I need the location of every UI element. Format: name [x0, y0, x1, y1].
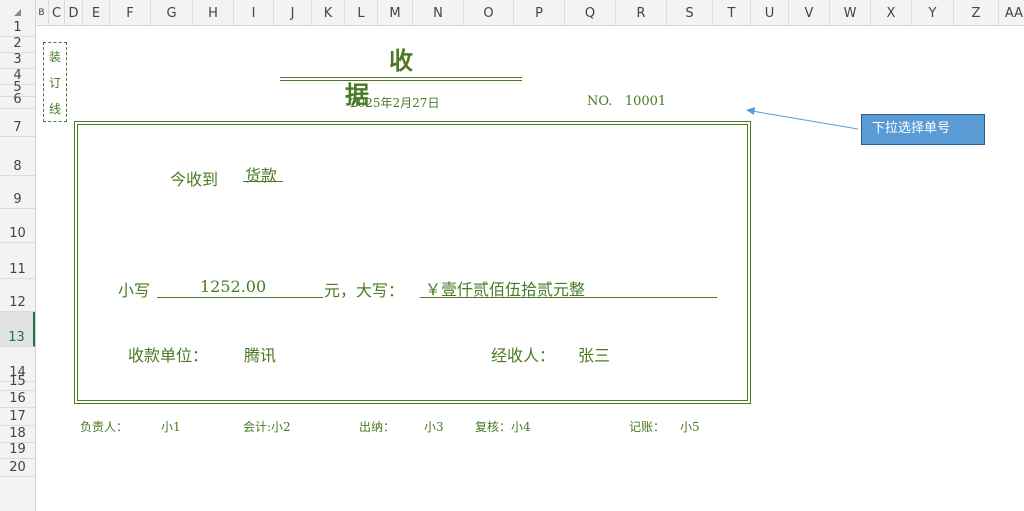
dropdown-hint-callout[interactable]: 下拉选择单号 — [861, 114, 985, 145]
callout-arrow — [746, 107, 859, 130]
